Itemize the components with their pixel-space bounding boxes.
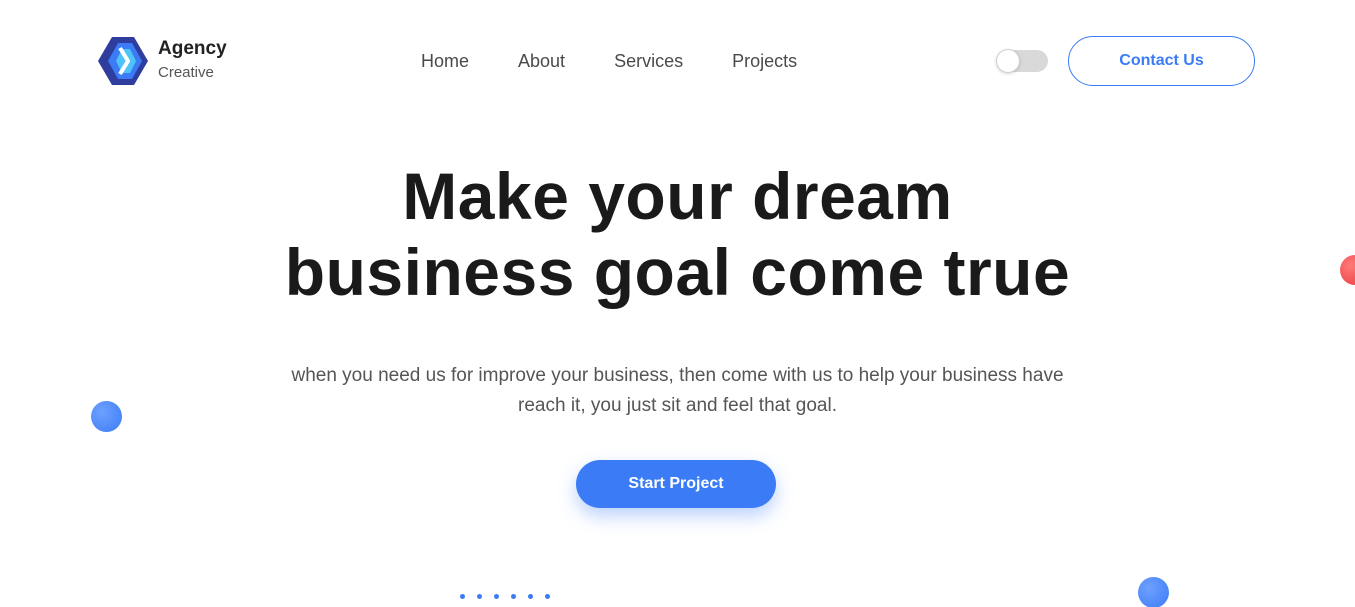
hero-description: when you need us for improve your busine… (291, 365, 1064, 416)
hero-title-line-2: business goal come true (284, 235, 1071, 309)
agency-logo-icon (98, 37, 148, 85)
brand-text: Agency Creative (158, 37, 227, 85)
decor-dots-row (460, 594, 562, 599)
toggle-knob-icon (996, 49, 1020, 73)
nav-item-about[interactable]: About (518, 49, 565, 73)
theme-toggle[interactable] (996, 49, 1048, 73)
contact-us-button[interactable]: Contact Us (1068, 36, 1255, 86)
decor-dot (528, 594, 533, 599)
decor-blue-circle-bottom (1138, 577, 1169, 607)
hero-title: Make your dream business goal come true (0, 158, 1355, 310)
brand-tagline: Creative (158, 64, 214, 81)
decor-blue-circle-left (91, 401, 122, 432)
brand-logo[interactable]: Agency Creative (96, 34, 227, 88)
decor-dot (477, 594, 482, 599)
main-nav: Home About Services Projects (421, 49, 797, 73)
landing-page: Agency Creative Home About Services Proj… (0, 0, 1355, 607)
brand-name: Agency (158, 38, 227, 59)
start-project-button[interactable]: Start Project (576, 460, 776, 508)
decor-dot (545, 594, 550, 599)
hero-title-line-1: Make your dream (402, 159, 953, 233)
decor-dot (460, 594, 465, 599)
nav-item-projects[interactable]: Projects (732, 49, 797, 73)
decor-dot (494, 594, 499, 599)
nav-item-home[interactable]: Home (421, 49, 469, 73)
decor-dot (511, 594, 516, 599)
nav-item-services[interactable]: Services (614, 49, 683, 73)
